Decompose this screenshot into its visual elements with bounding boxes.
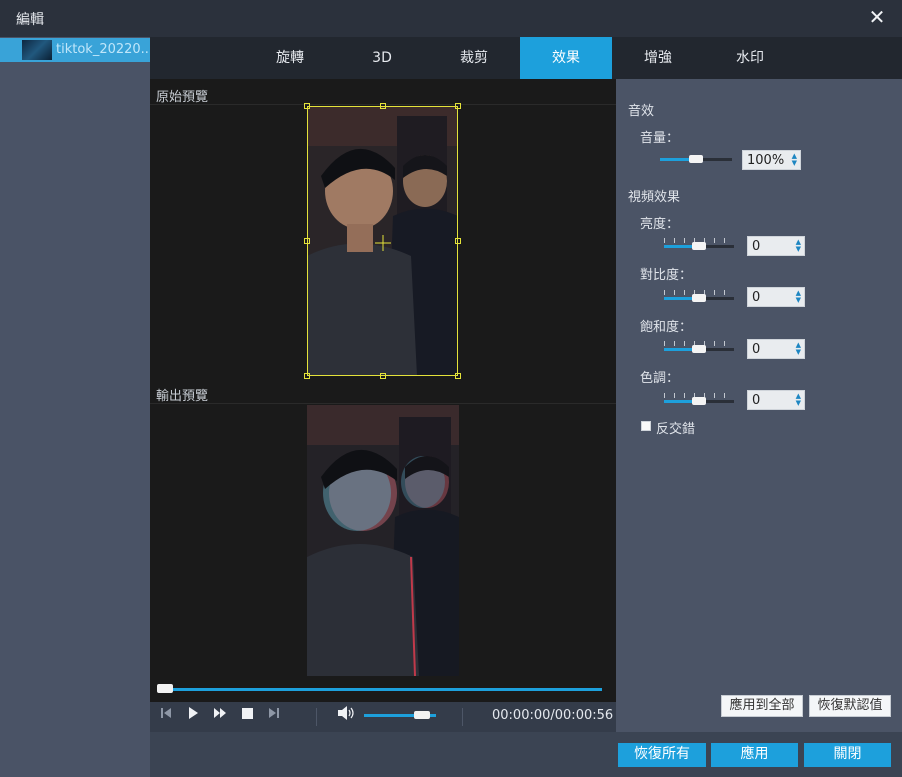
output-preview-image — [307, 405, 459, 677]
skip-back-icon[interactable] — [156, 706, 176, 726]
divider — [150, 403, 616, 404]
contrast-slider-handle[interactable] — [692, 294, 706, 302]
volume-icon[interactable] — [336, 706, 356, 726]
title-bar — [0, 0, 902, 37]
crop-handle-bottom-right[interactable] — [455, 373, 461, 379]
video-effects-heading: 視頻效果 — [628, 190, 681, 205]
file-sidebar — [0, 37, 150, 777]
audio-volume-value: 100% — [747, 153, 785, 168]
contrast-spinbox[interactable]: 0 ▲ ▼ — [747, 287, 805, 307]
deinterlace-label: 反交錯 — [656, 422, 696, 437]
audio-volume-spinbox[interactable]: 100% ▲ ▼ — [742, 150, 801, 170]
crop-handle-top[interactable] — [380, 103, 386, 109]
close-icon[interactable]: ✕ — [866, 6, 888, 28]
crop-handle-right[interactable] — [455, 238, 461, 244]
crop-handle-top-left[interactable] — [304, 103, 310, 109]
crop-handle-top-right[interactable] — [455, 103, 461, 109]
original-preview-label: 原始預覽 — [156, 90, 209, 105]
audio-volume-slider-handle[interactable] — [689, 155, 703, 163]
spin-arrows-icon[interactable]: ▲ ▼ — [796, 239, 801, 253]
spin-arrows-icon[interactable]: ▲ ▼ — [796, 290, 801, 304]
tab-crop[interactable]: 裁剪 — [428, 37, 520, 79]
tab-watermark[interactable]: 水印 — [704, 37, 796, 79]
restore-default-button[interactable]: 恢復默認值 — [809, 695, 891, 717]
stop-icon[interactable] — [237, 706, 257, 726]
restore-all-button[interactable]: 恢復所有 — [618, 743, 706, 767]
brightness-spinbox[interactable]: 0 ▲ ▼ — [747, 236, 805, 256]
skip-forward-icon[interactable] — [264, 706, 284, 726]
progress-bar[interactable] — [158, 688, 602, 691]
divider — [462, 708, 463, 726]
saturation-value: 0 — [752, 342, 761, 357]
contrast-value: 0 — [752, 290, 761, 305]
brightness-label: 亮度： — [640, 217, 680, 232]
spin-arrows-icon[interactable]: ▲ ▼ — [792, 153, 797, 167]
tab-enhance[interactable]: 增強 — [612, 37, 704, 79]
time-display: 00:00:00/00:00:56 — [492, 708, 614, 723]
spin-arrows-icon[interactable]: ▲ ▼ — [796, 393, 801, 407]
crosshair-icon — [374, 234, 392, 252]
brightness-slider-handle[interactable] — [692, 242, 706, 250]
crop-handle-left[interactable] — [304, 238, 310, 244]
hue-label: 色調： — [640, 371, 680, 386]
close-button[interactable]: 關閉 — [804, 743, 891, 767]
tab-effects[interactable]: 效果 — [520, 37, 612, 79]
deinterlace-checkbox[interactable] — [641, 421, 651, 431]
crop-handle-bottom[interactable] — [380, 373, 386, 379]
progress-handle[interactable] — [157, 684, 173, 693]
apply-to-all-button[interactable]: 應用到全部 — [721, 695, 803, 717]
volume-slider-handle[interactable] — [414, 711, 431, 719]
spin-arrows-icon[interactable]: ▲ ▼ — [796, 342, 801, 356]
brightness-value: 0 — [752, 239, 761, 254]
audio-effects-heading: 音效 — [628, 104, 655, 119]
file-thumbnail — [22, 40, 52, 60]
saturation-spinbox[interactable]: 0 ▲ ▼ — [747, 339, 805, 359]
tab-3d[interactable]: 3D — [336, 37, 428, 79]
apply-button[interactable]: 應用 — [711, 743, 798, 767]
hue-slider-handle[interactable] — [692, 397, 706, 405]
hue-value: 0 — [752, 393, 761, 408]
crop-handle-bottom-left[interactable] — [304, 373, 310, 379]
volume-label: 音量： — [640, 131, 680, 146]
divider — [316, 708, 317, 726]
saturation-label: 飽和度： — [640, 320, 693, 335]
file-name: tiktok_20220... — [56, 42, 154, 57]
hue-spinbox[interactable]: 0 ▲ ▼ — [747, 390, 805, 410]
saturation-slider-handle[interactable] — [692, 345, 706, 353]
window-title: 編輯 — [16, 12, 44, 28]
contrast-label: 對比度： — [640, 268, 693, 283]
output-preview-label: 輸出預覽 — [156, 389, 209, 404]
tab-rotate[interactable]: 旋轉 — [244, 37, 336, 79]
fast-forward-icon[interactable] — [210, 706, 230, 726]
play-icon[interactable] — [183, 706, 203, 726]
